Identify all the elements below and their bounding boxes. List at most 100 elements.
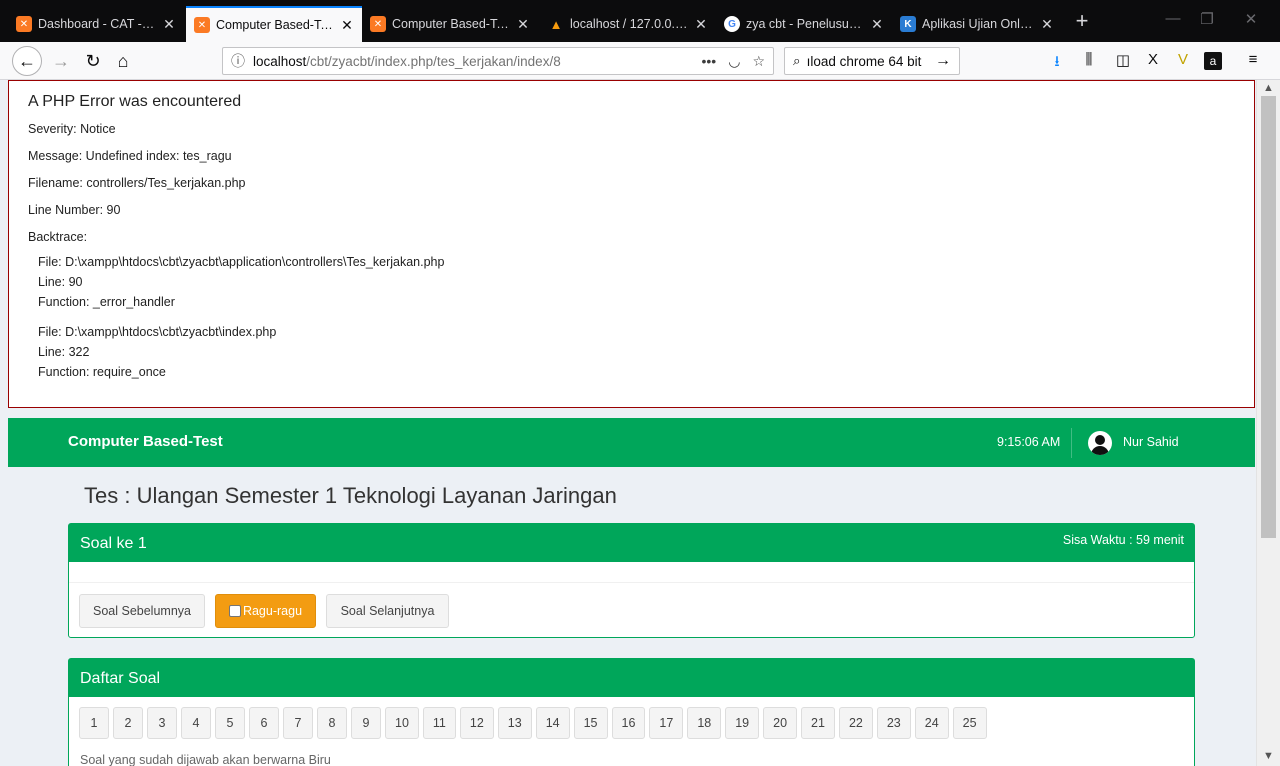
close-tab-icon[interactable]: ✕ — [1040, 16, 1054, 33]
previous-question-button[interactable]: Soal Sebelumnya — [79, 594, 205, 628]
error-backtrace-label: Backtrace: — [28, 230, 88, 244]
browser-tab-4[interactable]: ▲ localhost / 127.0.0.1 / ✕ — [540, 6, 716, 42]
library-icon[interactable]: ⫼ — [1078, 51, 1100, 68]
scrollbar-thumb[interactable] — [1261, 96, 1276, 538]
arrow-right-icon: → — [52, 50, 70, 71]
question-number-button[interactable]: 23 — [876, 707, 911, 739]
scroll-up-icon[interactable]: ▲ — [1257, 82, 1280, 94]
tab-label: Computer Based-Test — [392, 17, 510, 31]
question-list-header: Daftar Soal — [69, 659, 1194, 697]
close-tab-icon[interactable]: ✕ — [162, 16, 176, 33]
reload-icon: ↻ — [85, 50, 101, 71]
search-icon: ⌕ — [793, 53, 801, 68]
php-error-box: A PHP Error was encountered Severity: No… — [8, 80, 1255, 408]
amazon-icon[interactable]: a — [1204, 52, 1222, 70]
page-actions-icon[interactable]: ••• — [702, 53, 717, 70]
question-number-list: 1 2 3 4 5 6 7 8 9 10 11 12 13 14 15 16 17 18 19 20 21 22 23 24 2… — [79, 707, 987, 739]
question-number-button[interactable]: 19 — [725, 707, 760, 739]
home-button[interactable]: ⌂ — [108, 46, 138, 76]
scroll-down-icon[interactable]: ▼ — [1257, 750, 1280, 762]
question-number-button[interactable]: 17 — [649, 707, 684, 739]
search-bar[interactable]: ⌕ ıload chrome 64 bit → — [784, 47, 960, 75]
divider — [69, 582, 1194, 583]
question-box-header: Soal ke 1 Sisa Waktu : 59 menit — [69, 524, 1194, 562]
close-tab-icon[interactable]: ✕ — [340, 17, 354, 34]
navigation-toolbar: ← → ↻ ⌂ ⓘ localhost/cbt/zyacbt/index.php… — [0, 42, 1280, 80]
backtrace-function: Function: require_once — [38, 365, 166, 379]
question-number-button[interactable]: 1 — [79, 707, 109, 739]
pocket-icon[interactable]: ◡ — [728, 53, 740, 70]
tab-label: Aplikasi Ujian Online — [922, 17, 1034, 31]
download-icon[interactable]: ⭳ — [1046, 51, 1068, 76]
x-extension-icon[interactable]: X — [1142, 51, 1164, 68]
forward-button[interactable]: → — [46, 46, 76, 76]
question-list-title: Daftar Soal — [80, 670, 161, 687]
question-number-button[interactable]: 13 — [497, 707, 532, 739]
backtrace-file: File: D:\xampp\htdocs\cbt\zyacbt\applica… — [38, 255, 445, 269]
browser-tab-1[interactable]: ✕ Dashboard - CAT - Co ✕ — [8, 6, 184, 42]
window-close-icon[interactable]: ✕ — [1236, 10, 1266, 28]
user-avatar-icon[interactable] — [1088, 431, 1112, 455]
sidebar-icon[interactable]: ◫ — [1112, 51, 1134, 69]
restore-icon[interactable]: ❐ — [1192, 10, 1222, 28]
clock: 9:15:06 AM — [997, 435, 1061, 449]
tab-label: zya cbt - Penelusuran — [746, 17, 864, 31]
close-tab-icon[interactable]: ✕ — [694, 16, 708, 33]
error-message: Message: Undefined index: tes_ragu — [28, 149, 232, 163]
backtrace-entry: File: D:\xampp\htdocs\cbt\zyacbt\applica… — [38, 252, 1234, 312]
back-button[interactable]: ← — [12, 46, 42, 76]
backtrace-line: Line: 322 — [38, 345, 90, 359]
bookmark-star-icon[interactable]: ☆ — [752, 53, 765, 70]
question-number-button[interactable]: 12 — [459, 707, 494, 739]
question-number-button[interactable]: 18 — [687, 707, 722, 739]
browser-tab-6[interactable]: K Aplikasi Ujian Online ✕ — [892, 6, 1062, 42]
question-number-button[interactable]: 22 — [838, 707, 873, 739]
reload-button[interactable]: ↻ — [78, 46, 108, 76]
question-number-button[interactable]: 21 — [801, 707, 835, 739]
search-input[interactable]: ıload chrome 64 bit — [807, 54, 922, 69]
user-name[interactable]: Nur Sahid — [1123, 435, 1179, 449]
k-icon: K — [900, 16, 916, 32]
question-number-button[interactable]: 5 — [215, 707, 245, 739]
question-number-button[interactable]: 15 — [573, 707, 608, 739]
question-number-button[interactable]: 20 — [763, 707, 798, 739]
error-heading: A PHP Error was encountered — [28, 93, 242, 110]
tab-label: Dashboard - CAT - Co — [38, 17, 156, 31]
question-number-button[interactable]: 16 — [611, 707, 646, 739]
question-number-button[interactable]: 3 — [147, 707, 177, 739]
question-number-button[interactable]: 24 — [914, 707, 949, 739]
next-question-button[interactable]: Soal Selanjutnya — [326, 594, 449, 628]
question-number-button[interactable]: 7 — [283, 707, 313, 739]
doubt-checkbox[interactable] — [228, 605, 241, 617]
backtrace-entry: File: D:\xampp\htdocs\cbt\zyacbt\index.p… — [38, 322, 1234, 382]
home-icon: ⌂ — [117, 50, 129, 71]
search-go-icon[interactable]: → — [935, 52, 951, 70]
question-number-button[interactable]: 6 — [249, 707, 279, 739]
test-title: Tes : Ulangan Semester 1 Teknologi Layan… — [84, 483, 617, 508]
v-extension-icon[interactable]: V — [1172, 51, 1194, 68]
question-number-button[interactable]: 4 — [181, 707, 211, 739]
question-number-button[interactable]: 25 — [952, 707, 987, 739]
browser-tab-3[interactable]: ✕ Computer Based-Test ✕ — [362, 6, 538, 42]
answered-hint: Soal yang sudah dijawab akan berwarna Bi… — [80, 753, 331, 766]
close-tab-icon[interactable]: ✕ — [870, 16, 884, 33]
question-number-button[interactable]: 9 — [351, 707, 381, 739]
question-number-button[interactable]: 10 — [385, 707, 419, 739]
page-content: A PHP Error was encountered Severity: No… — [0, 80, 1256, 766]
close-tab-icon[interactable]: ✕ — [516, 16, 530, 33]
question-number-button[interactable]: 14 — [535, 707, 570, 739]
question-number-button[interactable]: 2 — [113, 707, 143, 739]
address-bar[interactable]: ⓘ localhost/cbt/zyacbt/index.php/tes_ker… — [222, 47, 774, 75]
vertical-scrollbar[interactable]: ▲ ▼ — [1256, 80, 1280, 766]
brand-title[interactable]: Computer Based-Test — [68, 433, 223, 450]
doubt-toggle-button[interactable]: Ragu-ragu — [215, 594, 316, 628]
menu-icon[interactable]: ≡ — [1242, 51, 1264, 68]
browser-tab-2[interactable]: ✕ Computer Based-Test ✕ — [186, 6, 362, 42]
question-number-button[interactable]: 11 — [422, 707, 456, 739]
new-tab-icon[interactable]: + — [1070, 8, 1094, 34]
question-number-title: Soal ke 1 — [80, 535, 147, 552]
browser-tab-5[interactable]: G zya cbt - Penelusuran ✕ — [716, 6, 892, 42]
minimize-icon[interactable]: — — [1158, 10, 1188, 27]
question-number-button[interactable]: 8 — [317, 707, 347, 739]
site-info-icon[interactable]: ⓘ — [231, 51, 245, 71]
